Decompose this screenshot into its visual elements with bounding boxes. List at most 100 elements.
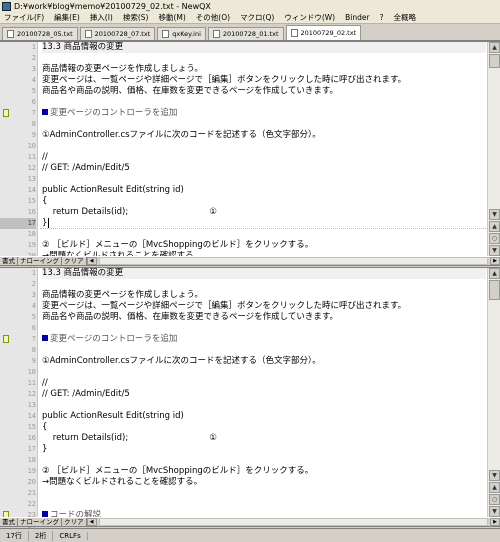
line-number: 12 — [27, 390, 36, 398]
file-icon — [7, 30, 14, 38]
editor-line: public ActionResult Edit(string id) — [42, 411, 184, 421]
line-number-gutter: 1234567891011121314151617181920212223242… — [0, 268, 38, 541]
tab-20100728-05[interactable]: 20100728_05.txt — [2, 27, 78, 40]
tab-20100728-01[interactable]: 20100728_01.txt — [207, 27, 284, 40]
editor-line: // GET: /Admin/Edit/5 — [42, 163, 130, 173]
line-number: 12 — [27, 164, 36, 172]
fold-marker-icon[interactable] — [3, 109, 9, 117]
heading-bullet-icon — [42, 109, 48, 115]
editor-line: // GET: /Admin/Edit/5 — [42, 389, 130, 399]
scroll-down-button[interactable]: ▼ — [489, 209, 500, 220]
editor-line: 13.3 商品情報の変更 — [42, 268, 486, 279]
line-number: 22 — [27, 500, 36, 508]
mode-narrowing-button[interactable]: ナローイング — [18, 256, 62, 266]
menu-binder[interactable]: Binder — [345, 13, 369, 22]
jump-button[interactable]: ○ — [489, 233, 500, 244]
vertical-scrollbar[interactable]: ▲ ▼ ▲ ○ ▼ — [487, 268, 500, 517]
editor-text-area[interactable]: 13.3 商品情報の変更 商品情報の変更ページを作成しましょう。 変更ページは、一覧… — [40, 42, 486, 256]
menu-search[interactable]: 検索(S) — [123, 12, 149, 23]
horizontal-scrollbar[interactable] — [98, 518, 488, 526]
vertical-scrollbar[interactable]: ▲ ▼ ▲ ○ ▼ — [487, 42, 500, 256]
menu-window[interactable]: ウィンドウ(W) — [284, 12, 335, 23]
scroll-right-button[interactable]: ▶ — [490, 518, 500, 526]
line-number: 5 — [31, 313, 36, 321]
line-number: 19 — [27, 467, 36, 475]
horizontal-scrollbar[interactable] — [98, 257, 488, 265]
editor-line: 変更ページのコントローラを追加 — [42, 108, 486, 119]
scroll-up-button[interactable]: ▲ — [489, 268, 500, 279]
page-up-button[interactable]: ▲ — [489, 221, 500, 232]
menu-other[interactable]: その他(O) — [196, 12, 230, 23]
editor-line: 商品名や商品の説明、価格、在庫数を変更できるページを作成していきます。 — [42, 86, 339, 96]
menu-help[interactable]: ? — [380, 13, 384, 22]
file-icon — [212, 30, 220, 38]
editor-line: →問題なくビルドされることを確認する。 — [42, 477, 203, 487]
mode-format-button[interactable]: 書式 — [0, 256, 18, 266]
editor-line: 商品名や商品の説明、価格、在庫数を変更できるページを作成していきます。 — [42, 312, 339, 322]
fold-marker-icon[interactable] — [3, 335, 9, 343]
page-down-button[interactable]: ▼ — [489, 245, 500, 256]
heading-text: 変更ページのコントローラを追加 — [50, 334, 178, 344]
editor-line: { — [42, 422, 48, 432]
menu-move[interactable]: 移動(M) — [158, 12, 185, 23]
heading-text: コードの解説 — [50, 510, 102, 517]
page-down-button[interactable]: ▼ — [489, 506, 500, 517]
scroll-right-button[interactable]: ▶ — [490, 257, 500, 265]
tab-20100728-07[interactable]: 20100728_07.txt — [79, 27, 156, 40]
status-eol: CRLFs — [53, 531, 88, 540]
line-number: 21 — [27, 489, 36, 497]
line-number: 14 — [27, 186, 36, 194]
scroll-thumb[interactable] — [489, 280, 500, 300]
line-number: 2 — [31, 280, 36, 288]
tab-qxkey-ini[interactable]: qxKey.ini — [157, 27, 206, 40]
mode-format-button[interactable]: 書式 — [0, 517, 18, 527]
editor-line: { — [42, 196, 48, 206]
menu-file[interactable]: ファイル(F) — [4, 12, 44, 23]
menu-macro[interactable]: マクロ(Q) — [240, 12, 274, 23]
line-number: 18 — [27, 230, 36, 238]
editor-line: 商品情報の変更ページを作成しましょう。 — [42, 64, 203, 74]
mode-narrowing-button[interactable]: ナローイング — [18, 517, 62, 527]
tab-label: 20100728_01.txt — [222, 30, 279, 38]
menu-outline[interactable]: 全概略 — [394, 12, 417, 23]
line-number: 4 — [31, 76, 36, 84]
app-icon — [2, 1, 11, 11]
scroll-up-button[interactable]: ▲ — [489, 42, 500, 53]
scroll-left-button[interactable]: ◀ — [86, 257, 97, 265]
file-icon — [162, 30, 170, 38]
line-number: 2 — [31, 54, 36, 62]
scroll-down-button[interactable]: ▼ — [489, 470, 500, 481]
mode-clear-button[interactable]: クリア — [62, 256, 87, 266]
jump-button[interactable]: ○ — [489, 494, 500, 505]
menu-insert[interactable]: 挿入(I) — [90, 12, 113, 23]
status-bar: 17行 2桁 CRLFs — [0, 528, 500, 542]
status-column: 2桁 — [29, 530, 54, 541]
line-number: 13 — [27, 175, 36, 183]
heading-bullet-icon — [42, 335, 48, 341]
editor-text-area[interactable]: 13.3 商品情報の変更 商品情報の変更ページを作成しましょう。 変更ページは、一覧… — [40, 268, 486, 517]
text-caret — [48, 218, 49, 228]
line-number: 18 — [27, 456, 36, 464]
horizontal-scroll-bottom: 書式 ナローイング クリア ◀ ▶ — [0, 517, 500, 527]
mode-clear-button[interactable]: クリア — [62, 517, 87, 527]
editor-line: 変更ページのコントローラを追加 — [42, 334, 486, 345]
editor-pane-bottom[interactable]: 1234567891011121314151617181920212223242… — [0, 267, 500, 541]
editor-line: // — [42, 152, 48, 162]
line-number: 1 — [31, 269, 36, 277]
menu-edit[interactable]: 編集(E) — [54, 12, 80, 23]
line-number: 8 — [31, 120, 36, 128]
line-number-gutter: 123456789101112131415161718192021 — [0, 42, 38, 271]
menu-bar: ファイル(F) 編集(E) 挿入(I) 検索(S) 移動(M) その他(O) マ… — [0, 12, 500, 24]
tab-label: 20100728_07.txt — [94, 30, 151, 38]
scroll-thumb[interactable] — [489, 54, 500, 68]
page-up-button[interactable]: ▲ — [489, 482, 500, 493]
editor-pane-top[interactable]: 123456789101112131415161718192021 13.3 商… — [0, 41, 500, 271]
tab-20100729-02[interactable]: 20100729_02.txt — [285, 25, 362, 40]
scroll-left-button[interactable]: ◀ — [86, 518, 97, 526]
line-number: 19 — [27, 241, 36, 249]
